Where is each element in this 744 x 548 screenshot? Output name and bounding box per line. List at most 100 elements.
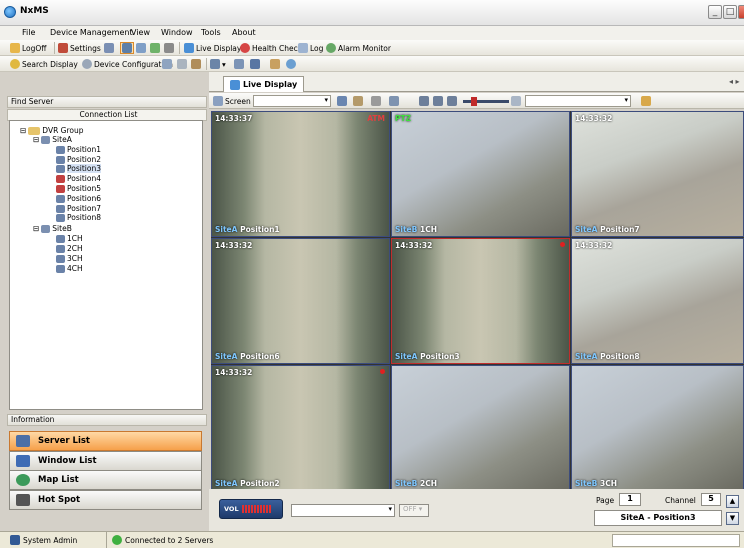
recording-indicator xyxy=(380,369,385,374)
server-icon xyxy=(41,135,51,144)
menu-tools[interactable]: Tools xyxy=(201,28,221,37)
export-button[interactable] xyxy=(162,58,172,70)
tree-item[interactable]: Position6 xyxy=(56,194,101,203)
nav-server-list[interactable]: Server List xyxy=(9,431,202,451)
single-view-icon[interactable] xyxy=(419,96,429,106)
information-header[interactable]: Information xyxy=(7,414,207,426)
nav-map-list[interactable]: Map List xyxy=(9,470,202,490)
tree-item[interactable]: Position3 xyxy=(56,164,101,173)
camera-icon xyxy=(56,213,65,222)
tree-item[interactable]: Position8 xyxy=(56,213,101,222)
page-down-button[interactable]: ▼ xyxy=(726,512,739,525)
camera-tile[interactable]: SiteB 3CH xyxy=(571,365,744,491)
settings-button[interactable]: Settings xyxy=(58,42,101,54)
camera-tile[interactable]: PTZ SiteB 1CH xyxy=(391,111,570,237)
menu-window[interactable]: Window xyxy=(161,28,193,37)
log-button[interactable]: Log xyxy=(298,42,323,54)
tree-item[interactable]: Position7 xyxy=(56,204,101,213)
backup-button[interactable] xyxy=(191,58,201,70)
fit-icon[interactable] xyxy=(511,96,521,106)
page-up-button[interactable]: ▲ xyxy=(726,495,739,508)
folder-icon xyxy=(28,126,41,135)
camera-tile-selected[interactable]: 14:33:32 SiteA Position3 xyxy=(391,238,570,364)
camera-tile[interactable]: 14:33:32 SiteA Position8 xyxy=(571,238,744,364)
tree-item[interactable]: 1CH xyxy=(56,234,83,243)
print-button[interactable] xyxy=(177,58,187,70)
erase-icon[interactable] xyxy=(371,96,381,106)
multi-view-icon[interactable] xyxy=(447,96,457,106)
info-icon xyxy=(250,59,260,69)
live-display-button[interactable]: Live Display xyxy=(184,42,241,54)
find-server-header[interactable]: Find Server xyxy=(7,96,207,108)
pin-icon xyxy=(270,59,280,69)
menu-device-management[interactable]: Device Management xyxy=(50,28,133,37)
nav-window-list[interactable]: Window List xyxy=(9,451,202,471)
tree-site-a[interactable]: ⊟ SiteA xyxy=(33,135,72,144)
help-icon xyxy=(286,59,296,69)
alarm-monitor-button[interactable]: Alarm Monitor xyxy=(326,42,391,54)
pin-button[interactable] xyxy=(270,58,280,70)
tab-live-display[interactable]: Live Display xyxy=(223,76,305,92)
window-title: NxMS xyxy=(20,6,49,16)
camera-tile[interactable]: 14:33:37 ATM SiteA Position1 xyxy=(211,111,390,237)
screen-layout-button[interactable] xyxy=(120,42,134,54)
menu-about[interactable]: About xyxy=(232,28,256,37)
tree-item[interactable]: 4CH xyxy=(56,264,83,273)
tree-root[interactable]: ⊟ DVR Group xyxy=(20,126,84,135)
menu-bar: File Device Management View Window Tools… xyxy=(0,26,744,40)
screen-icon xyxy=(213,96,223,106)
page-field[interactable]: 1 xyxy=(619,493,641,506)
tab-scroll-arrows[interactable]: ◂ ▸ xyxy=(729,77,740,86)
layout-dropdown[interactable]: ▾ xyxy=(525,95,631,107)
camera-icon xyxy=(56,254,65,263)
channel-field[interactable]: 5 xyxy=(701,493,721,506)
minimize-button[interactable]: _ xyxy=(708,5,722,19)
tree-item[interactable]: 3CH xyxy=(56,254,83,263)
search-display-button[interactable]: Search Display xyxy=(10,58,78,70)
camera-tile[interactable]: 14:33:32 SiteA Position7 xyxy=(571,111,744,237)
zoom-slider-thumb[interactable] xyxy=(471,97,477,106)
document-tabs: Live Display ◂ ▸ xyxy=(209,72,744,92)
screen-dropdown[interactable]: ▾ xyxy=(253,95,331,107)
zoom-slider[interactable] xyxy=(463,100,509,103)
tree-item[interactable]: Position5 xyxy=(56,184,101,193)
tree-item[interactable]: Position1 xyxy=(56,145,101,154)
camera-tile[interactable]: SiteB 2CH xyxy=(391,365,570,491)
tree-site-b[interactable]: ⊟ SiteB xyxy=(33,224,72,233)
menu-file[interactable]: File xyxy=(22,28,35,37)
volume-control[interactable]: VOL xyxy=(219,499,283,519)
brush-icon[interactable] xyxy=(641,96,651,106)
info-button[interactable] xyxy=(250,58,260,70)
nav-hot-spot[interactable]: Hot Spot xyxy=(9,490,202,510)
device-configuration-button[interactable]: Device Configuration xyxy=(82,58,173,70)
layout-dropdown[interactable]: ▾ xyxy=(210,58,226,70)
record-button[interactable] xyxy=(164,42,174,54)
menu-view[interactable]: View xyxy=(131,28,150,37)
maximize-button[interactable]: □ xyxy=(723,5,737,19)
playback-controls: VOL ▾ OFF ▾ Page 1 Channel 5 SiteA - Pos… xyxy=(209,489,744,531)
camera-icon xyxy=(56,194,65,203)
snapshot-button[interactable] xyxy=(234,58,244,70)
camera-tile[interactable]: 14:33:32 SiteA Position6 xyxy=(211,238,390,364)
main-toolbar: LogOff Settings Live Display Health Chec… xyxy=(0,40,744,56)
edit-icon[interactable] xyxy=(353,96,363,106)
logoff-button[interactable]: LogOff xyxy=(10,42,46,54)
screen-selector[interactable]: Screen xyxy=(213,95,251,107)
camera-icon xyxy=(56,155,65,164)
close-button[interactable] xyxy=(738,5,744,19)
status-panel xyxy=(612,534,740,547)
tool-icon-button[interactable] xyxy=(104,42,114,54)
tree-item[interactable]: Position4 xyxy=(56,174,101,183)
camera-tile[interactable]: 14:33:32 SiteA Position2 xyxy=(211,365,390,491)
camera-button[interactable] xyxy=(136,42,146,54)
tree-item[interactable]: Position2 xyxy=(56,155,101,164)
audio-source-dropdown[interactable]: ▾ xyxy=(291,504,395,517)
off-dropdown[interactable]: OFF ▾ xyxy=(399,504,429,517)
quad-view-icon[interactable] xyxy=(433,96,443,106)
health-check-button[interactable]: Health Check xyxy=(240,42,302,54)
network-button[interactable] xyxy=(150,42,160,54)
rotate-icon[interactable] xyxy=(389,96,399,106)
help-button[interactable] xyxy=(286,58,296,70)
tree-item[interactable]: 2CH xyxy=(56,244,83,253)
add-icon[interactable] xyxy=(337,96,347,106)
